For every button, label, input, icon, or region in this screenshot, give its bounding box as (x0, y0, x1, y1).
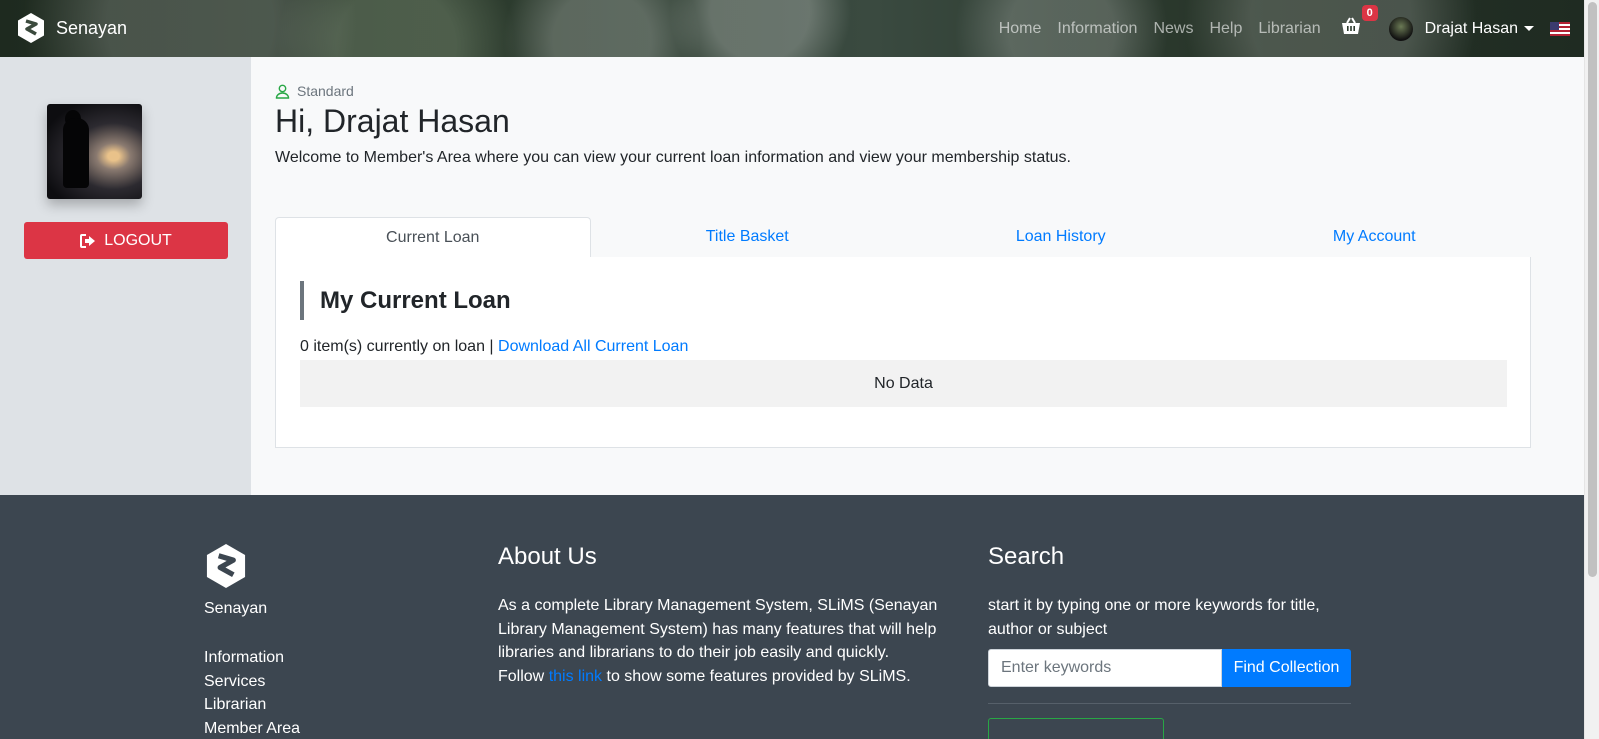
tab-title-basket[interactable]: Title Basket (591, 217, 905, 257)
brand-link[interactable]: Senayan (16, 12, 127, 44)
slims-logo-icon (206, 544, 246, 588)
member-main: Standard Hi, Drajat Hasan Welcome to Mem… (251, 57, 1584, 495)
footer-links: Information Services Librarian Member Ar… (204, 646, 300, 739)
logout-button[interactable]: LOGOUT (24, 222, 228, 259)
chevron-down-icon[interactable] (1524, 26, 1534, 31)
member-sidebar: LOGOUT (0, 57, 251, 495)
member-type: Standard (275, 83, 354, 99)
about-text: As a complete Library Management System,… (498, 594, 938, 688)
find-collection-button[interactable]: Find Collection (1222, 649, 1351, 687)
slims-logo-icon (18, 13, 44, 43)
loan-summary: 0 item(s) currently on loan | Download A… (300, 338, 688, 356)
nav-news[interactable]: News (1153, 20, 1193, 38)
basket-icon (1341, 17, 1360, 34)
tab-current-loan[interactable]: Current Loan (275, 217, 591, 258)
about-title: About Us (498, 543, 597, 570)
nav-information[interactable]: Information (1057, 20, 1137, 38)
page-scrollbar[interactable] (1584, 0, 1599, 739)
search-input[interactable] (988, 649, 1222, 687)
loan-count-text: 0 item(s) currently on loan | (300, 338, 494, 355)
brand-name: Senayan (56, 17, 128, 38)
footer-divider (988, 703, 1351, 704)
basket-button[interactable]: 0 (1341, 5, 1378, 40)
features-link[interactable]: this link (549, 668, 602, 685)
member-tabs: Current Loan Title Basket Loan History M… (275, 217, 1531, 258)
top-navbar: Senayan Home Information News Help Libra… (0, 0, 1584, 57)
nav-menu: Home Information News Help Librarian 0 D… (999, 0, 1584, 57)
welcome-text: Welcome to Member's Area where you can v… (275, 149, 1071, 166)
about-text-end: to show some features provided by SLiMS. (606, 667, 911, 685)
nav-home[interactable]: Home (999, 20, 1042, 38)
sign-out-icon (80, 233, 96, 248)
tab-loan-history[interactable]: Loan History (904, 217, 1218, 257)
nav-librarian[interactable]: Librarian (1258, 20, 1320, 38)
nav-help[interactable]: Help (1209, 20, 1242, 38)
scrollbar-thumb[interactable] (1588, 2, 1597, 577)
tab-panel-current-loan: My Current Loan 0 item(s) currently on l… (275, 257, 1531, 448)
user-menu-toggle[interactable]: Drajat Hasan (1425, 20, 1518, 38)
tab-my-account[interactable]: My Account (1218, 217, 1532, 257)
us-flag-icon[interactable] (1550, 21, 1570, 36)
footer-link-librarian[interactable]: Librarian (204, 693, 300, 717)
logout-label: LOGOUT (104, 231, 172, 249)
user-avatar-small[interactable] (1388, 16, 1413, 41)
search-title: Search (988, 543, 1065, 570)
footer-link-information[interactable]: Information (204, 646, 300, 670)
member-type-label: Standard (297, 83, 354, 99)
loan-table-empty: No Data (300, 360, 1507, 407)
search-hint: start it by typing one or more keywords … (988, 597, 1320, 638)
site-footer: Senayan Information Services Librarian M… (0, 495, 1584, 739)
download-loans-link[interactable]: Download All Current Loan (498, 338, 688, 355)
footer-brand: Senayan (204, 600, 268, 617)
basket-count-badge: 0 (1361, 5, 1378, 21)
footer-link-member-area[interactable]: Member Area (204, 717, 300, 739)
section-title: My Current Loan (300, 281, 511, 320)
user-icon (275, 84, 290, 99)
page-title: Hi, Drajat Hasan (275, 103, 510, 139)
footer-link-services[interactable]: Services (204, 670, 300, 694)
footer-outline-button[interactable] (988, 718, 1164, 739)
member-photo (47, 104, 142, 199)
